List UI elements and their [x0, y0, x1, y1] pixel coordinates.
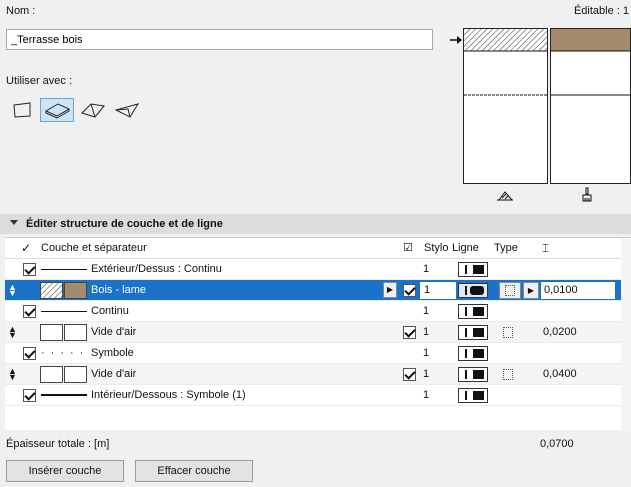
shell-icon[interactable] [110, 98, 144, 122]
total-thickness-value: 0,0700 [540, 438, 574, 450]
type-icon[interactable] [503, 369, 513, 380]
hatch-fill-swatch[interactable] [40, 282, 63, 299]
preview-arrow-icon [450, 34, 464, 49]
thickness-input[interactable]: 0,0100 [540, 281, 616, 300]
delete-layer-button[interactable]: Effacer couche [135, 460, 253, 482]
pen-swatch[interactable] [458, 262, 488, 277]
type-icon[interactable] [503, 327, 513, 338]
table-row-selected[interactable]: ▲ ▼ Bois - lame ▶ 1 ▶ 0,0100 [5, 280, 631, 301]
header-line: Ligne [452, 242, 479, 254]
table-row[interactable]: ▲ ▼ Vide d'air 1 0,0200 [5, 322, 631, 343]
name-input[interactable] [6, 29, 433, 50]
type-button[interactable] [499, 282, 521, 299]
layer-table: ✓ Couche et séparateur ☑ Stylo Ligne Typ… [5, 237, 631, 431]
table-header: ✓ Couche et séparateur ☑ Stylo Ligne Typ… [5, 238, 631, 259]
section-title: Éditer structure de couche et de ligne [26, 218, 223, 230]
drag-handle-icon[interactable]: ▲ ▼ [8, 367, 17, 382]
row-pen[interactable]: 1 [423, 322, 429, 343]
table-row[interactable]: ····· Symbole 1 [5, 343, 631, 364]
pen-swatch[interactable] [458, 283, 488, 298]
row-pen[interactable]: 1 [423, 385, 429, 406]
row-pen[interactable]: 1 [423, 364, 429, 385]
header-check-icon: ☑ [403, 242, 413, 254]
table-row[interactable]: Intérieur/Dessous : Symbole (1) 1 [5, 385, 631, 406]
row-pen[interactable]: 1 [423, 259, 429, 280]
slab-icon[interactable] [40, 98, 74, 122]
thickness-icon: ⌶ [542, 241, 550, 255]
collapse-triangle-icon[interactable] [10, 220, 18, 225]
section-preview [463, 28, 548, 184]
section-view-icon[interactable] [495, 189, 515, 206]
pen-swatch[interactable] [458, 346, 488, 361]
row-checkbox[interactable] [403, 284, 416, 297]
type-arrow-button[interactable]: ▶ [523, 282, 539, 299]
dotted-line-sample-icon: ····· [41, 347, 90, 359]
table-row[interactable]: Continu 1 [5, 301, 631, 322]
section-header[interactable]: Éditer structure de couche et de ligne [0, 214, 631, 234]
wood-color-swatch[interactable] [64, 282, 87, 299]
editable-label: Éditable : 1 [573, 5, 629, 17]
pen-input[interactable]: 1 [419, 281, 457, 300]
header-layer: Couche et séparateur [41, 242, 147, 254]
header-type: Type [494, 242, 518, 254]
empty-color-swatch[interactable] [64, 366, 87, 383]
row-checkbox[interactable] [23, 305, 36, 318]
table-row[interactable]: Extérieur/Dessus : Continu 1 [5, 259, 631, 280]
row-checkbox[interactable] [403, 326, 416, 339]
drag-handle-icon[interactable]: ▲ ▼ [8, 283, 17, 298]
row-checkbox[interactable] [23, 347, 36, 360]
row-label: Vide d'air [91, 326, 137, 338]
row-thickness[interactable]: 0,0400 [543, 364, 577, 385]
surface-preview [550, 28, 631, 184]
row-thickness[interactable]: 0,0200 [543, 322, 577, 343]
drag-handle-icon[interactable]: ▲ ▼ [8, 325, 17, 340]
name-label: Nom : [6, 5, 36, 17]
row-checkbox[interactable] [23, 389, 36, 402]
empty-color-swatch[interactable] [64, 324, 87, 341]
line-sample-icon [41, 259, 87, 280]
row-label: Intérieur/Dessous : Symbole (1) [91, 389, 246, 401]
pen-swatch[interactable] [458, 367, 488, 382]
row-label: Continu [91, 305, 129, 317]
table-row[interactable]: ▲ ▼ Vide d'air 1 0,0400 [5, 364, 631, 385]
row-label: Vide d'air [91, 368, 137, 380]
pen-swatch[interactable] [458, 325, 488, 340]
check-all-icon[interactable]: ✓ [21, 238, 31, 259]
header-pen: Stylo [424, 242, 449, 254]
total-thickness-label: Épaisseur totale : [m] [6, 438, 110, 450]
row-pen[interactable]: 1 [423, 343, 429, 364]
line-sample-icon [41, 301, 87, 322]
expand-arrow-button[interactable]: ▶ [383, 282, 397, 298]
row-checkbox[interactable] [403, 368, 416, 381]
row-checkbox[interactable] [23, 263, 36, 276]
insert-layer-button[interactable]: Insérer couche [6, 460, 124, 482]
use-with-label: Utiliser avec : [6, 75, 73, 87]
table-scrollbar[interactable] [621, 238, 631, 431]
row-label: Extérieur/Dessus : Continu [91, 263, 222, 275]
row-label: Bois - lame [91, 284, 147, 296]
roof-icon[interactable] [76, 98, 110, 122]
pen-swatch[interactable] [458, 388, 488, 403]
pen-swatch[interactable] [458, 304, 488, 319]
thick-line-sample-icon [41, 385, 87, 406]
row-pen[interactable]: 1 [423, 301, 429, 322]
wall-icon[interactable] [6, 98, 40, 122]
empty-fill-swatch[interactable] [40, 366, 63, 383]
surface-brush-icon[interactable] [580, 187, 594, 206]
row-label: Symbole [91, 347, 134, 359]
empty-fill-swatch[interactable] [40, 324, 63, 341]
